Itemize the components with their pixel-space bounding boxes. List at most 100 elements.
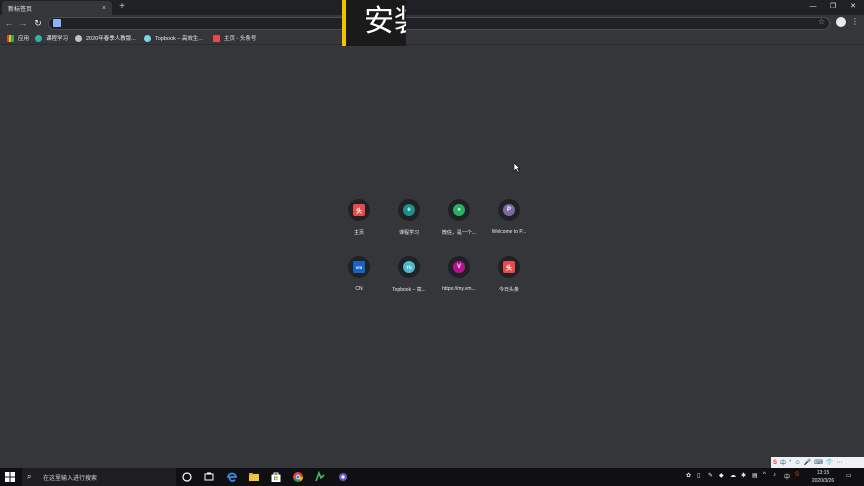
more-icon[interactable]: ⋯ xyxy=(836,459,842,466)
shortcut-tiles: 头 主页 e 课程学习 ● 微信，是一个... P Welcome to P..… xyxy=(334,197,534,307)
tray-network-icon[interactable]: ▤ xyxy=(752,472,758,482)
shortcut-icon-circle: 头 xyxy=(498,256,520,278)
browser-toolbar: ← → ↻ ☆ xyxy=(0,15,864,31)
shortcut-label: 今日头条 xyxy=(498,287,519,293)
bookmarks-bar: 应用 课程学习 2020年春季人教版... Topbook – 高效生... 主… xyxy=(0,31,864,45)
topbook-icon: Tb xyxy=(403,261,415,273)
windows-start-icon[interactable] xyxy=(3,470,17,484)
bookmark-course[interactable]: 课程学习 xyxy=(35,33,68,43)
bookmark-textbook[interactable]: 2020年春季人教版... xyxy=(75,33,136,43)
task-view-icon[interactable] xyxy=(202,470,216,484)
shortcut-label: https://my.vm... xyxy=(442,286,476,292)
app-icon[interactable] xyxy=(336,470,350,484)
shortcut-tile[interactable]: e 课程学习 xyxy=(384,197,434,247)
shortcut-icon-circle: 头 xyxy=(348,199,370,221)
letter-v-icon: V xyxy=(453,261,465,273)
sogou-tray-icon[interactable]: S xyxy=(795,472,799,482)
file-explorer-icon[interactable] xyxy=(247,470,261,484)
volume-icon[interactable]: ♪ xyxy=(773,472,776,482)
topbook-icon xyxy=(144,34,151,42)
ime-toolbar[interactable]: S 中 ° ☺ 🎤 ⌨ 👕 ⋯ xyxy=(771,457,864,468)
shortcut-tile[interactable]: 头 主页 xyxy=(334,197,384,247)
globe-icon xyxy=(75,34,82,42)
minimize-button[interactable]: — xyxy=(803,0,823,14)
search-icon: ⌕ xyxy=(27,472,32,481)
tray-shield-icon[interactable]: ◆ xyxy=(719,472,724,482)
bookmark-label: 2020年春季人教版... xyxy=(86,36,136,42)
shortcut-tile[interactable]: ● 微信，是一个... xyxy=(434,197,484,247)
shortcut-tile[interactable]: Tb Topbook – 高... xyxy=(384,254,434,304)
tab-title: 新标签页 xyxy=(8,6,33,13)
search-placeholder: 在这里输入进行搜索 xyxy=(43,475,98,482)
tab-close-icon[interactable]: × xyxy=(102,5,106,12)
shortcut-icon-circle: P xyxy=(498,199,520,221)
vmware-icon: vm xyxy=(353,261,365,273)
punctuation-icon[interactable]: ° xyxy=(789,460,791,466)
bookmark-label: 主页 - 头条号 xyxy=(224,36,257,42)
clock-date: 2020/3/26 xyxy=(811,478,835,484)
shortcut-icon-circle: V xyxy=(448,256,470,278)
close-window-button[interactable]: ✕ xyxy=(843,0,863,14)
ime-mode-toggle[interactable]: 中 xyxy=(780,458,786,467)
skin-icon[interactable]: 👕 xyxy=(826,459,833,466)
cortana-icon[interactable] xyxy=(180,470,194,484)
address-input[interactable] xyxy=(63,17,803,29)
shortcut-tile[interactable]: 头 今日头条 xyxy=(484,254,534,304)
taskbar-clock[interactable]: 13:15 2020/3/26 xyxy=(808,469,838,485)
restore-button[interactable]: ❐ xyxy=(823,0,843,14)
overlay-text: 安装 xyxy=(364,4,406,39)
letter-p-icon: P xyxy=(503,204,515,216)
back-button[interactable]: ← xyxy=(3,17,15,29)
video-caption-overlay: 安装 xyxy=(342,0,406,46)
tray-bluetooth-icon[interactable]: ✱ xyxy=(741,472,746,482)
emoji-icon[interactable]: ☺ xyxy=(794,460,800,466)
tray-cloud-icon[interactable]: ☁ xyxy=(730,472,736,482)
overlay-accent-bar xyxy=(342,0,346,46)
tray-app-icon[interactable]: ✿ xyxy=(686,472,691,482)
taskbar-search-box[interactable]: ⌕ 在这里输入进行搜索 xyxy=(22,468,176,486)
shortcut-tile[interactable]: V https://my.vm... xyxy=(434,254,484,304)
store-icon[interactable] xyxy=(269,470,283,484)
shortcut-label: 课程学习 xyxy=(398,230,419,236)
tray-phone-icon[interactable]: ▯ xyxy=(697,472,700,482)
sogou-logo-icon: S xyxy=(773,459,778,466)
browser-menu-icon[interactable]: ⋮ xyxy=(851,16,859,28)
toutiao-icon xyxy=(213,34,220,42)
microphone-icon[interactable]: 🎤 xyxy=(804,459,811,466)
bookmark-apps[interactable]: 应用 xyxy=(7,33,29,43)
bookmark-topbook[interactable]: Topbook – 高效生... xyxy=(144,33,203,43)
profile-avatar-icon[interactable] xyxy=(836,17,846,27)
shortcut-tile[interactable]: P Welcome to P... xyxy=(484,197,534,247)
address-bar[interactable]: ☆ xyxy=(48,16,830,30)
shortcut-label: 微信，是一个... xyxy=(441,230,477,236)
windows-taskbar: ⌕ 在这里输入进行搜索 ✿ ▯ ✎ ◆ ☁ ✱ ▤ ^ ♪ 中 S 13:15 … xyxy=(0,468,864,486)
shortcut-label: 主页 xyxy=(353,230,364,236)
toutiao-icon: 头 xyxy=(503,261,515,273)
apps-grid-icon xyxy=(7,34,14,42)
maps-icon[interactable] xyxy=(313,470,327,484)
shortcut-icon-circle: ● xyxy=(448,199,470,221)
toutiao-icon: 头 xyxy=(353,204,365,216)
search-engine-icon xyxy=(53,19,61,27)
bookmark-star-icon[interactable]: ☆ xyxy=(818,17,825,26)
tray-pen-icon[interactable]: ✎ xyxy=(708,472,713,482)
forward-button[interactable]: → xyxy=(17,17,29,29)
tray-chevron-up-icon[interactable]: ^ xyxy=(763,472,766,482)
shortcut-tile[interactable]: vm CN xyxy=(334,254,384,304)
edge-icon xyxy=(35,34,42,42)
bookmark-toutiao[interactable]: 主页 - 头条号 xyxy=(213,33,256,43)
edge-icon[interactable] xyxy=(225,470,239,484)
tab-new-tab[interactable]: 新标签页 × xyxy=(2,1,112,15)
ime-language-indicator[interactable]: 中 xyxy=(784,472,790,482)
keyboard-icon[interactable]: ⌨ xyxy=(814,459,823,466)
mouse-cursor-icon xyxy=(514,163,521,173)
new-tab-button[interactable]: + xyxy=(116,1,128,13)
shortcut-label: CN xyxy=(355,286,363,292)
shortcut-icon-circle: e xyxy=(398,199,420,221)
wechat-icon: ● xyxy=(453,204,465,216)
chrome-icon[interactable] xyxy=(291,470,305,484)
notification-center-icon[interactable]: ▭ xyxy=(846,472,852,482)
shortcut-label: Topbook – 高... xyxy=(392,287,426,293)
tab-strip: 新标签页 × + — ❐ ✕ xyxy=(0,0,864,15)
reload-button[interactable]: ↻ xyxy=(32,17,44,29)
